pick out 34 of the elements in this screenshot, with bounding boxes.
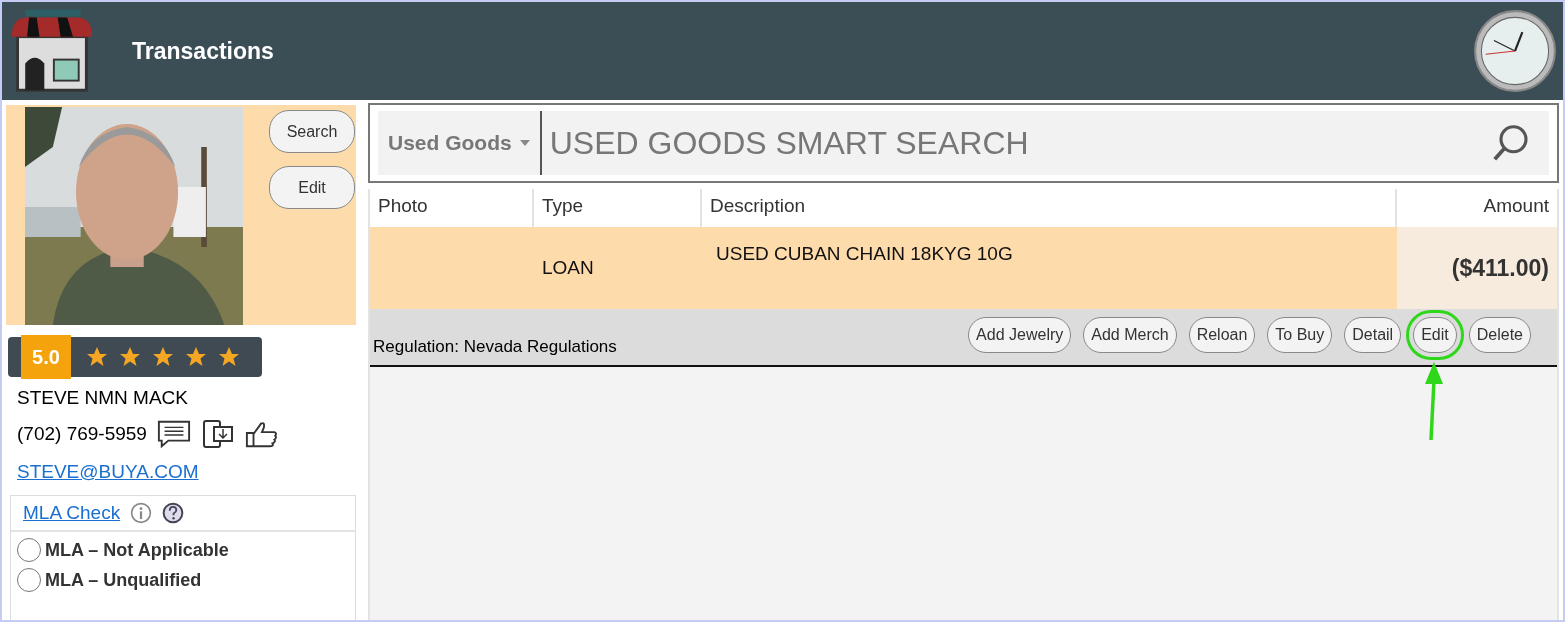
radio-label: MLA – Unqualified	[45, 569, 202, 591]
help-icon[interactable]	[162, 502, 185, 524]
rating-score: 5.0	[21, 335, 71, 379]
category-dropdown[interactable]: Used Goods	[378, 111, 542, 175]
table-cell: USED CUBAN CHAIN 18KYG 10G	[716, 243, 1013, 265]
phone-download-icon[interactable]	[200, 419, 235, 449]
search-field[interactable]: USED GOODS SMART SEARCH	[541, 111, 1491, 175]
table-row[interactable]: LOAN USED CUBAN CHAIN 18KYG 10G ($411.00)	[370, 227, 1557, 309]
mla-check-link[interactable]: MLA Check	[23, 502, 121, 524]
customer-name: STEVE NMN MACK	[17, 387, 190, 409]
radio-label: MLA – Not Applicable	[45, 539, 229, 561]
thumbs-up-icon[interactable]	[244, 419, 279, 449]
search-icon[interactable]	[1491, 111, 1549, 175]
column-header[interactable]: Amount	[1397, 189, 1557, 227]
profile-button[interactable]: Edit	[269, 166, 355, 209]
action-button[interactable]: Add Jewelry	[968, 317, 1072, 353]
radio-button[interactable]	[17, 568, 41, 592]
info-icon[interactable]	[130, 502, 153, 524]
phone-number: (702) 769-5959	[17, 423, 147, 445]
email-link[interactable]: STEVE@BUYA.COM	[17, 461, 356, 483]
action-button[interactable]: To Buy	[1267, 317, 1333, 353]
action-button[interactable]: Reloan	[1188, 317, 1256, 353]
table-cell: LOAN	[542, 257, 594, 279]
table-cell: ($411.00)	[1451, 254, 1549, 282]
action-button[interactable]: Delete	[1468, 317, 1531, 353]
caret-icon	[519, 140, 530, 146]
page-title: Transactions	[132, 37, 275, 65]
chat-icon[interactable]	[156, 419, 191, 449]
action-button[interactable]: Detail	[1344, 317, 1402, 353]
regulation-label: Regulation: Nevada Regulations	[373, 337, 617, 358]
clock-icon	[1473, 9, 1557, 93]
action-button[interactable]: Add Merch	[1083, 317, 1177, 353]
radio-button[interactable]	[17, 538, 41, 562]
profile-button[interactable]: Search	[269, 110, 355, 153]
